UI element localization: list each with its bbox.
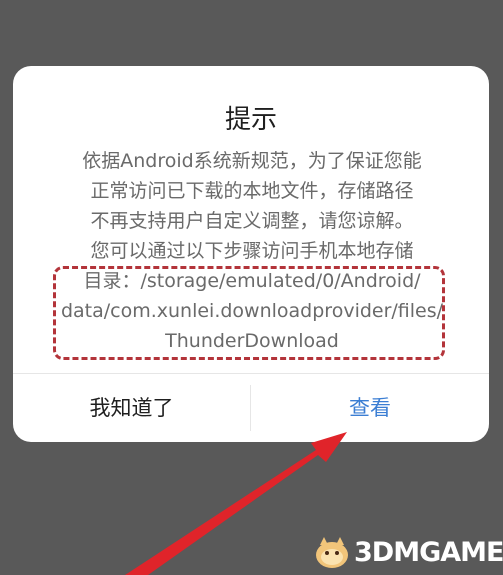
watermark-logo-icon: [316, 537, 348, 568]
path-line: data/com.xunlei.downloadprovider/files/: [60, 300, 444, 322]
message-line: 正常访问已下载的本地文件，存储路径: [90, 180, 414, 202]
storage-path: 目录：/storage/emulated/0/Android/ data/com…: [53, 266, 451, 356]
path-line: ThunderDownload: [165, 330, 339, 352]
watermark-text: 3DMGAME: [354, 536, 503, 568]
dialog-title: 提示: [224, 105, 277, 135]
message-line: 您可以通过以下步骤访问手机本地存储: [90, 240, 414, 262]
dialog-message: 依据Android系统新规范，为了保证您能 正常访问已下载的本地文件，存储路径 …: [53, 146, 451, 356]
alert-dialog: 提示 依据Android系统新规范，为了保证您能 正常访问已下载的本地文件，存储…: [13, 66, 489, 442]
message-line: 依据Android系统新规范，为了保证您能: [82, 150, 422, 172]
path-line: 目录：/storage/emulated/0/Android/: [83, 270, 421, 292]
view-button[interactable]: 查看: [251, 374, 489, 442]
watermark: 3DMGAME: [312, 533, 503, 571]
message-line: 不再支持用户自定义调整，请您谅解。: [90, 210, 414, 232]
dismiss-button[interactable]: 我知道了: [13, 374, 250, 442]
